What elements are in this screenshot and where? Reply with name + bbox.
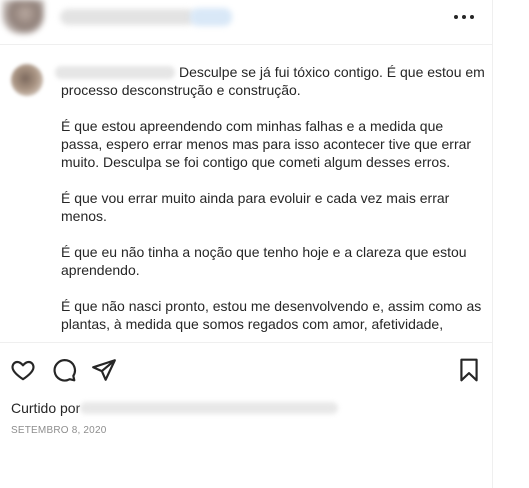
author-username-blurred[interactable]	[60, 9, 195, 25]
dot	[470, 15, 474, 19]
caption-author-avatar[interactable]	[11, 64, 43, 96]
likes-label: Curtido por	[11, 400, 81, 416]
caption-paragraph: É que estou apreendendo com minhas falha…	[61, 118, 472, 170]
post-header	[0, 0, 492, 45]
bookmark-icon[interactable]	[456, 357, 482, 383]
more-options-icon[interactable]	[450, 7, 480, 27]
dot	[454, 15, 458, 19]
post-date: SETEMBRO 8, 2020	[11, 425, 107, 436]
dot	[462, 15, 466, 19]
caption-paragraph: Desculpe se já fui tóxico contigo. É que…	[61, 64, 485, 98]
comment-icon[interactable]	[51, 357, 77, 383]
caption-paragraph: É que eu não tinha a noção que tenho hoj…	[61, 244, 467, 278]
caption-text: Desculpe se já fui tóxico contigo. É que…	[61, 63, 486, 342]
caption-paragraph: É que não nasci pronto, estou me desenvo…	[61, 298, 482, 332]
follow-button-blurred[interactable]	[190, 8, 232, 26]
action-bar	[0, 342, 492, 393]
caption-paragraph: É que vou errar muito ainda para evoluir…	[61, 190, 450, 224]
panel-divider	[492, 0, 493, 488]
heart-icon[interactable]	[10, 357, 36, 383]
caption-area: Desculpe se já fui tóxico contigo. É que…	[0, 46, 492, 342]
author-avatar[interactable]	[2, 0, 44, 34]
post-panel: Desculpe se já fui tóxico contigo. É que…	[0, 0, 492, 488]
liked-by-usernames-blurred[interactable]	[80, 402, 338, 414]
share-icon[interactable]	[91, 357, 117, 383]
